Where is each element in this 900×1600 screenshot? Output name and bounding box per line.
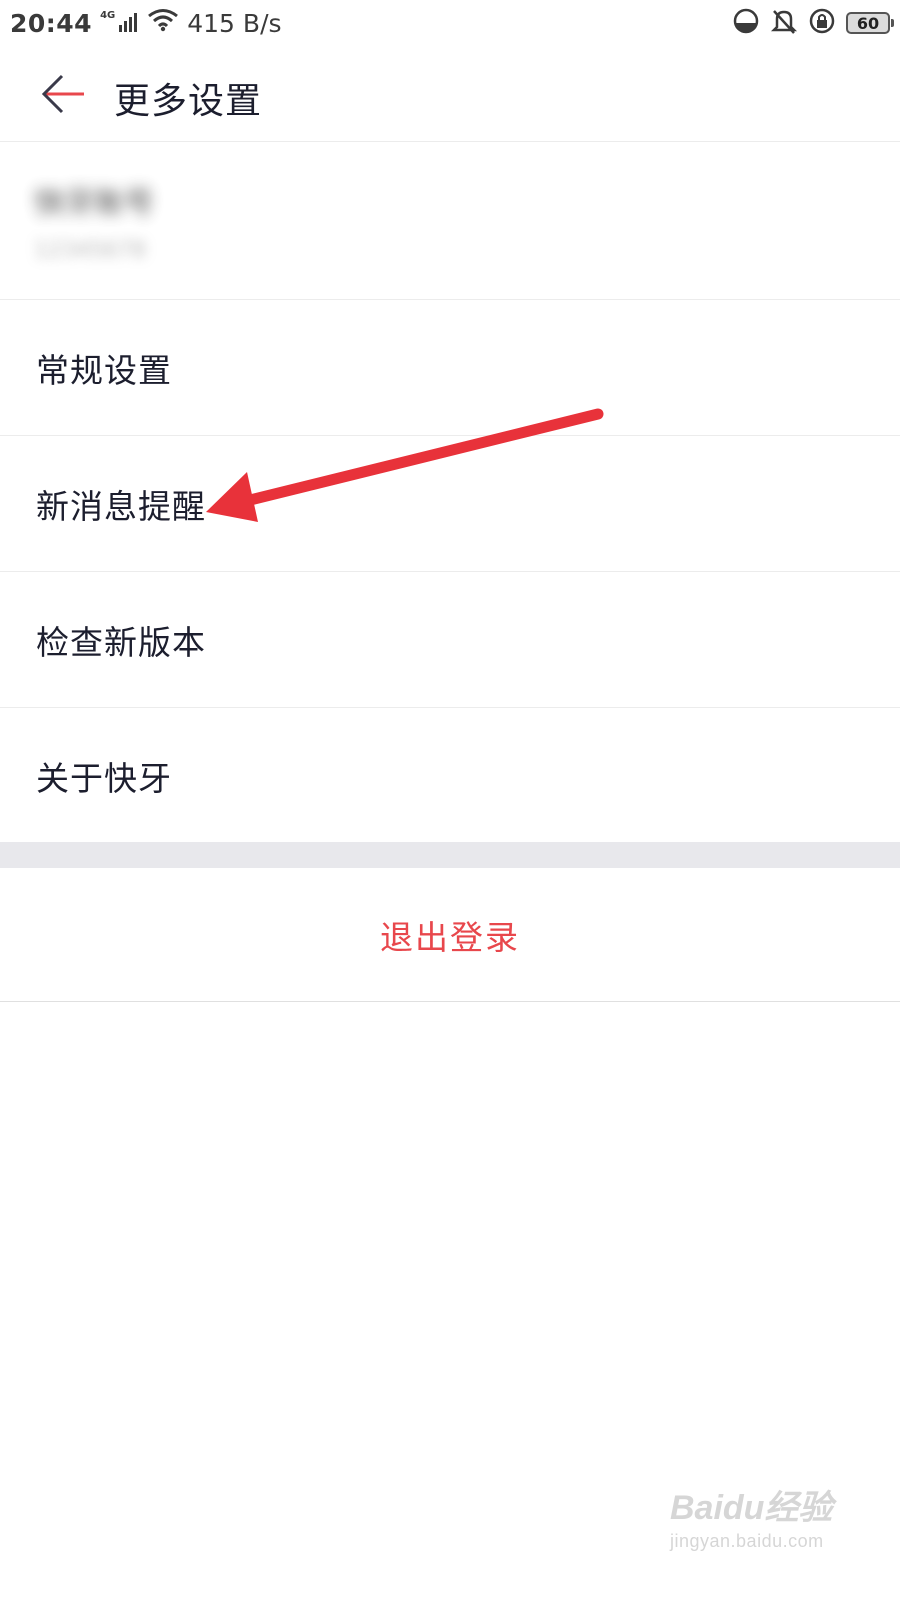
- status-time: 20:44: [10, 8, 93, 38]
- network-speed: 415 B/s: [187, 8, 282, 38]
- network-type: 4G: [100, 9, 116, 21]
- wifi-icon: [147, 8, 179, 38]
- menu-item-new-message-alert[interactable]: 新消息提醒: [0, 436, 900, 572]
- baidu-watermark: Baidu经验 jingyan.baidu.com: [670, 1480, 840, 1552]
- data-saver-icon: [732, 7, 760, 39]
- menu-item-label: 常规设置: [36, 350, 172, 390]
- rotation-lock-icon: [808, 7, 836, 39]
- bell-off-icon: [770, 7, 798, 39]
- header: 更多设置: [0, 46, 900, 142]
- logout-label: 退出登录: [380, 917, 520, 957]
- battery-level: 60: [856, 13, 880, 33]
- menu-item-general-settings[interactable]: 常规设置: [0, 300, 900, 436]
- settings-menu: 常规设置 新消息提醒 检查新版本 关于快牙: [0, 300, 900, 844]
- menu-item-about[interactable]: 关于快牙: [0, 708, 900, 844]
- watermark-url: jingyan.baidu.com: [670, 1531, 824, 1551]
- watermark-logo: Baidu经验: [670, 1489, 833, 1527]
- status-left: 20:44 4G 415 B/s: [10, 8, 282, 38]
- section-divider: [0, 842, 900, 868]
- menu-item-label: 新消息提醒: [36, 486, 206, 526]
- account-id: 12345678: [34, 238, 146, 263]
- signal-icon: [119, 9, 139, 38]
- menu-item-label: 关于快牙: [36, 759, 172, 798]
- account-name: 快牙账号: [34, 186, 154, 221]
- account-section[interactable]: 快牙账号 12345678: [0, 142, 900, 300]
- back-button[interactable]: [38, 70, 90, 118]
- status-right: 60: [732, 7, 894, 39]
- logout-button[interactable]: 退出登录: [0, 868, 900, 1002]
- status-bar: 20:44 4G 415 B/s 60: [0, 0, 900, 46]
- battery-icon: 60: [846, 12, 894, 34]
- menu-item-label: 检查新版本: [36, 622, 206, 662]
- arrow-left-icon: [41, 74, 84, 114]
- page-title: 更多设置: [114, 81, 263, 122]
- menu-item-check-update[interactable]: 检查新版本: [0, 572, 900, 708]
